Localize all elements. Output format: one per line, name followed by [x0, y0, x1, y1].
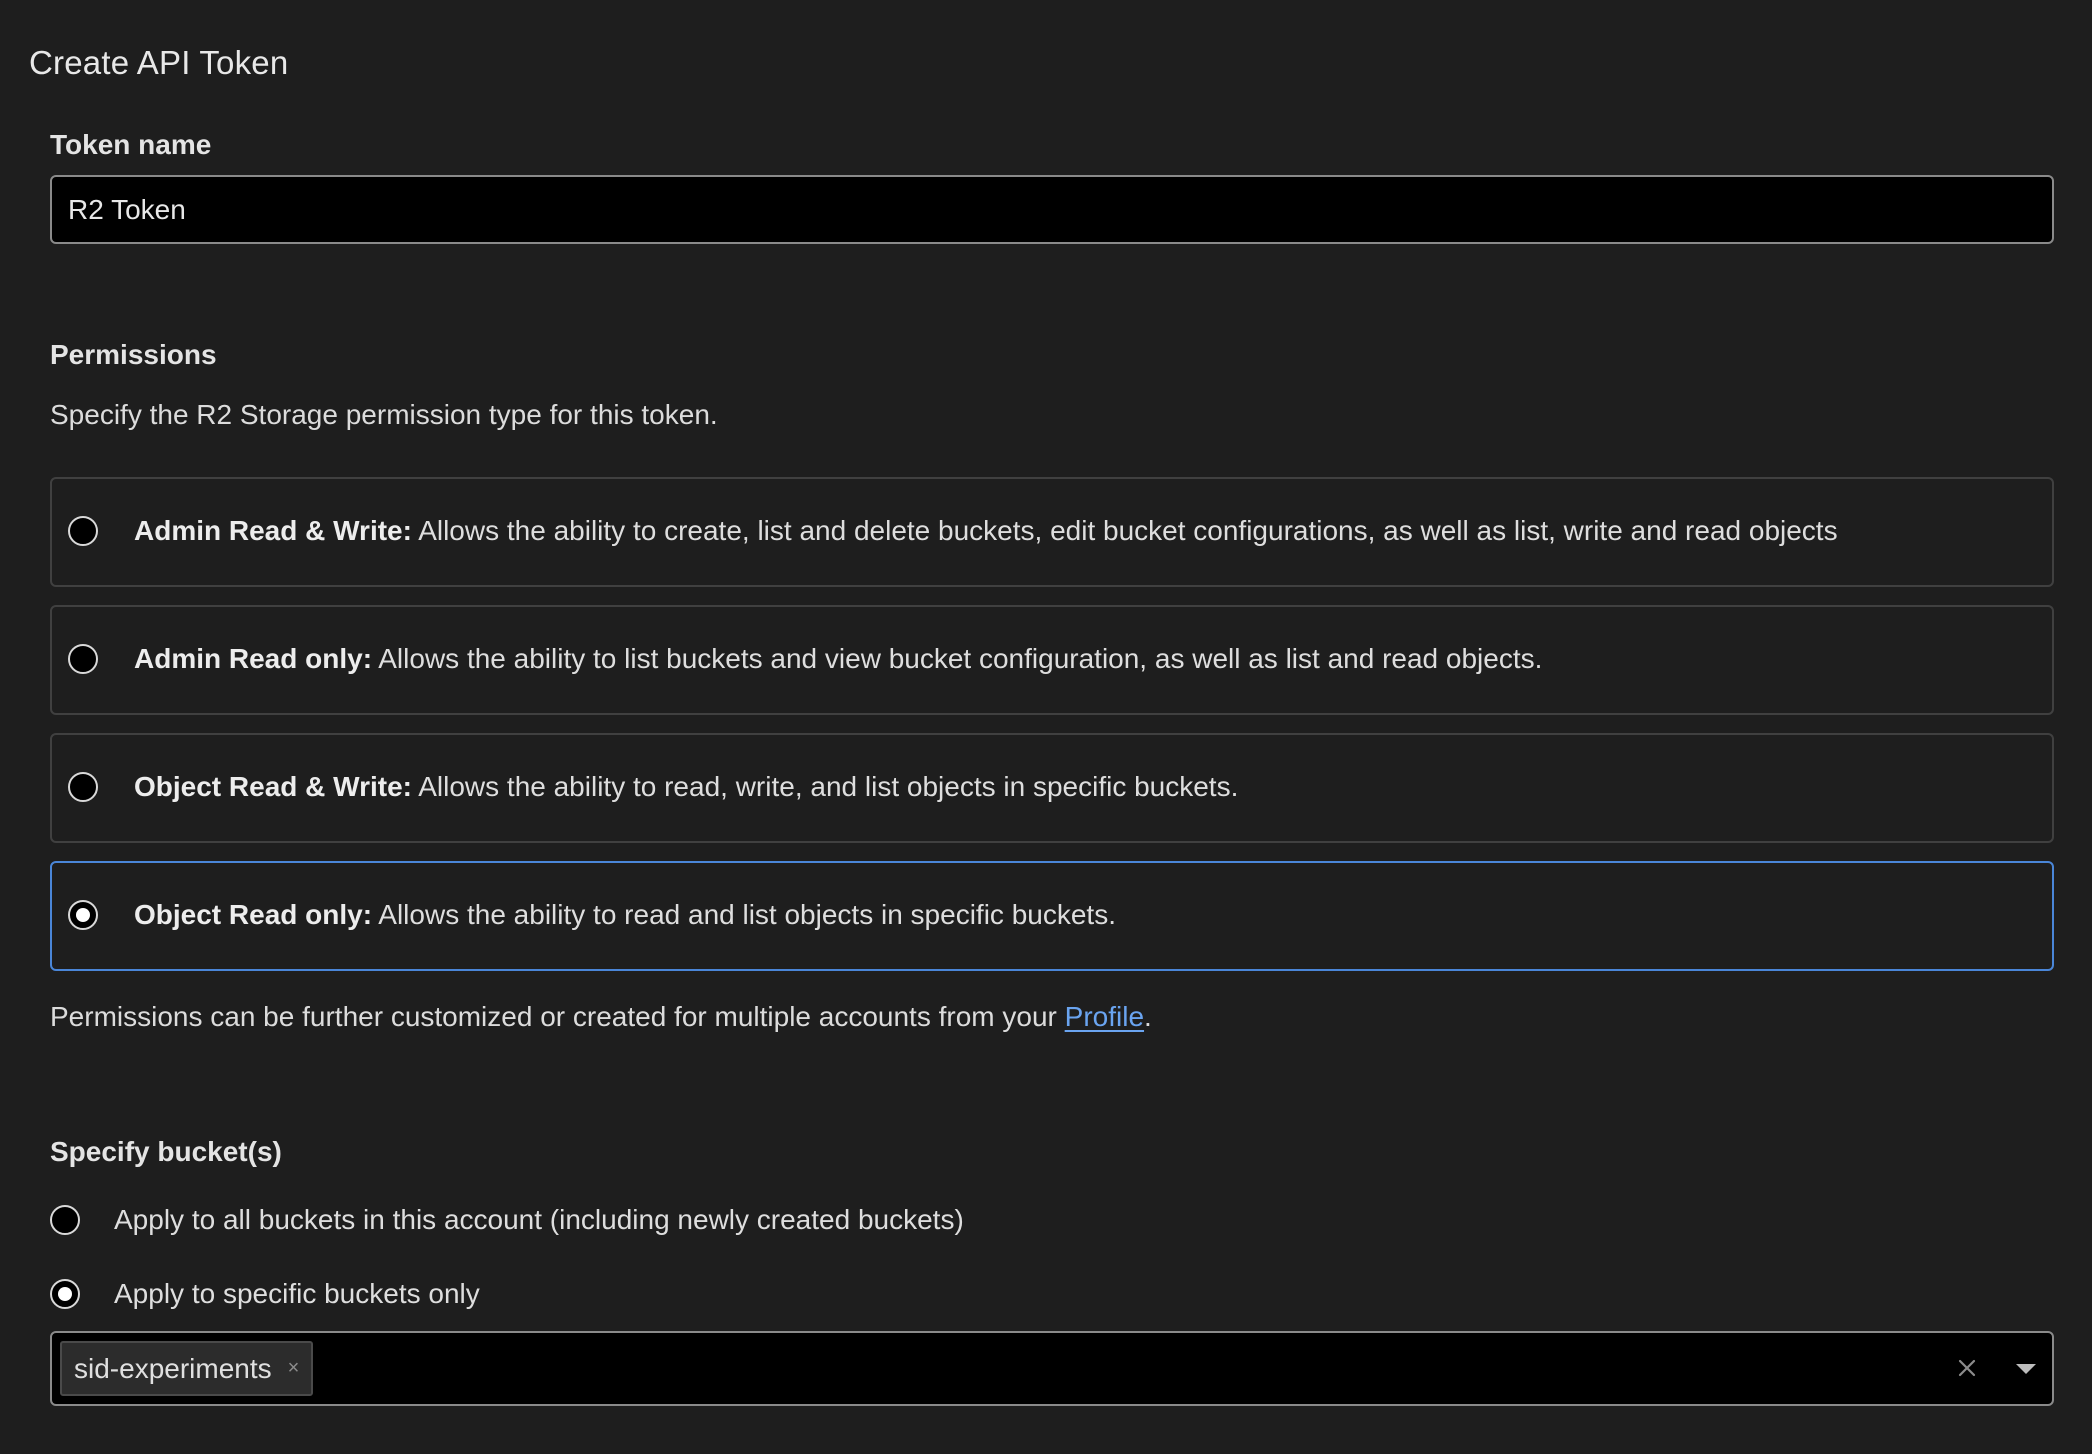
- permission-option-admin-read-only[interactable]: Admin Read only: Allows the ability to l…: [50, 605, 2054, 715]
- permission-option-title: Admin Read only:: [134, 643, 373, 674]
- permission-option-description: Allows the ability to read and list obje…: [372, 899, 1116, 930]
- permissions-footnote-end: .: [1144, 1001, 1152, 1032]
- specify-buckets-heading: Specify bucket(s): [50, 1136, 282, 1167]
- bucket-select[interactable]: sid-experiments ×: [50, 1331, 2054, 1406]
- permission-option-description: Allows the ability to read, write, and l…: [411, 771, 1239, 802]
- bucket-option-label: Apply to all buckets in this account (in…: [114, 1204, 964, 1235]
- profile-link[interactable]: Profile: [1065, 1001, 1144, 1032]
- bucket-option-specific[interactable]: Apply to specific buckets only: [50, 1278, 650, 1312]
- permission-option-text: Admin Read only: Allows the ability to l…: [134, 643, 1542, 675]
- bucket-tag-label: sid-experiments: [74, 1352, 272, 1384]
- permission-option-text: Object Read & Write: Allows the ability …: [134, 771, 1238, 803]
- radio-button[interactable]: [50, 1205, 80, 1235]
- permission-option-title: Admin Read & Write:: [134, 515, 412, 546]
- permission-option-object-read-only[interactable]: Object Read only: Allows the ability to …: [50, 861, 2054, 971]
- permission-option-admin-read-write[interactable]: Admin Read & Write: Allows the ability t…: [50, 477, 2054, 587]
- permissions-description: Specify the R2 Storage permission type f…: [50, 399, 718, 430]
- token-name-input[interactable]: [50, 175, 2054, 244]
- permission-option-description: Allows the ability to create, list and d…: [411, 515, 1838, 546]
- permission-option-text: Object Read only: Allows the ability to …: [134, 899, 1116, 931]
- radio-button[interactable]: [68, 516, 98, 546]
- permission-option-title: Object Read only:: [134, 899, 373, 930]
- tag-remove-icon[interactable]: ×: [288, 1357, 300, 1380]
- permissions-footnote-text: Permissions can be further customized or…: [50, 1001, 1065, 1032]
- radio-button[interactable]: [68, 772, 98, 802]
- page-title: Create API Token: [29, 44, 289, 81]
- permissions-footnote: Permissions can be further customized or…: [50, 1001, 1152, 1033]
- radio-button-selected[interactable]: [50, 1279, 80, 1309]
- token-name-label: Token name: [50, 129, 212, 160]
- clear-icon[interactable]: [1950, 1351, 1984, 1385]
- permissions-heading: Permissions: [50, 339, 217, 370]
- permission-option-object-read-write[interactable]: Object Read & Write: Allows the ability …: [50, 733, 2054, 843]
- radio-button-selected[interactable]: [68, 900, 98, 930]
- radio-button[interactable]: [68, 644, 98, 674]
- permission-option-description: Allows the ability to list buckets and v…: [372, 643, 1543, 674]
- bucket-option-all[interactable]: Apply to all buckets in this account (in…: [50, 1204, 1150, 1238]
- chevron-down-icon[interactable]: [2012, 1359, 2040, 1379]
- permission-option-title: Object Read & Write:: [134, 771, 412, 802]
- bucket-option-label: Apply to specific buckets only: [114, 1278, 480, 1309]
- permission-option-text: Admin Read & Write: Allows the ability t…: [134, 515, 1838, 547]
- bucket-tag: sid-experiments ×: [60, 1341, 314, 1396]
